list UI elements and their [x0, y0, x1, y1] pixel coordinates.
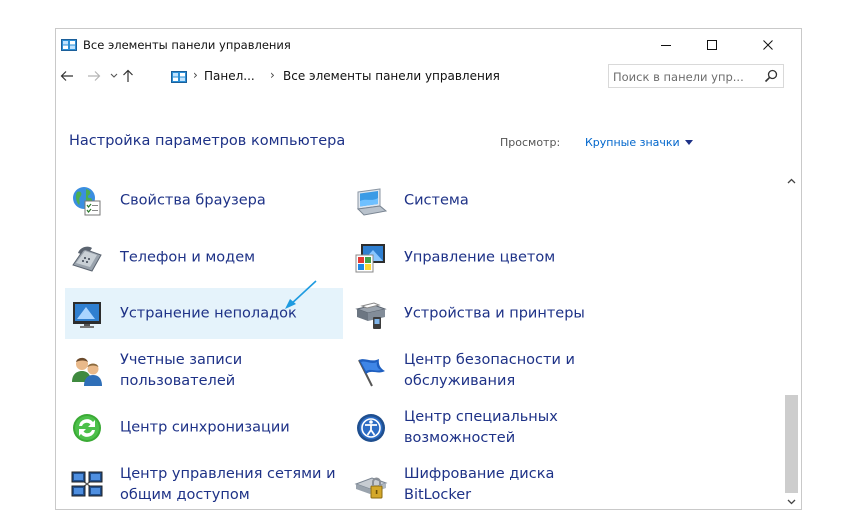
- item-label: Управление цветом: [404, 249, 556, 265]
- item-security-maintenance[interactable]: Центр безопасности и обслуживания: [349, 345, 627, 396]
- address-bar[interactable]: › Панел... › Все элементы панели управле…: [140, 65, 655, 89]
- item-label: Свойства браузера: [120, 192, 266, 208]
- up-button[interactable]: [118, 66, 138, 86]
- item-bitlocker[interactable]: Шифрование диска BitLocker: [349, 459, 627, 509]
- item-color-management[interactable]: Управление цветом: [349, 232, 627, 283]
- scroll-down-button[interactable]: [783, 493, 800, 509]
- phone-modem-icon: [72, 246, 102, 272]
- arrow-up-icon: [123, 69, 133, 82]
- item-label: Центр специальных возможностей: [404, 408, 558, 446]
- scroll-up-button[interactable]: [783, 172, 800, 189]
- item-label: Шифрование диска BitLocker: [404, 465, 555, 503]
- vertical-scrollbar[interactable]: [783, 172, 800, 509]
- control-panel-icon: [61, 39, 77, 51]
- control-panel-icon: [171, 71, 187, 83]
- item-ease-of-access[interactable]: Центр специальных возможностей: [349, 402, 627, 453]
- caret-down-icon: [684, 140, 693, 145]
- arrow-right-icon: [88, 71, 101, 81]
- search-input[interactable]: [613, 68, 759, 85]
- chevron-down-icon: [787, 499, 796, 504]
- close-icon: [763, 39, 773, 50]
- window-title: Все элементы панели управления: [83, 38, 291, 52]
- item-label: Учетные записи пользователей: [120, 351, 243, 389]
- navigation-bar: › Панел... › Все элементы панели управле…: [56, 64, 801, 90]
- title-bar[interactable]: Все элементы панели управления: [56, 29, 801, 60]
- network-sharing-icon: [71, 471, 103, 496]
- item-label: Центр управления сетями и общим доступом: [120, 465, 336, 503]
- system-icon: [356, 187, 388, 216]
- bitlocker-icon: [354, 476, 388, 498]
- back-button[interactable]: [57, 66, 77, 86]
- item-user-accounts[interactable]: Учетные записи пользователей: [65, 345, 343, 396]
- control-panel-window: Все элементы панели управления › Панел..…: [55, 28, 802, 510]
- view-by-dropdown[interactable]: Крупные значки: [585, 136, 693, 149]
- forward-button[interactable]: [84, 66, 104, 86]
- page-title: Настройка параметров компьютера: [69, 133, 346, 149]
- maximize-icon: [707, 39, 717, 50]
- item-internet-options[interactable]: Свойства браузера: [65, 175, 343, 226]
- close-button[interactable]: [745, 29, 791, 60]
- search-box[interactable]: [608, 64, 784, 88]
- annotation-arrow-icon: [285, 280, 317, 309]
- chevron-up-icon: [787, 178, 796, 183]
- user-accounts-icon: [72, 357, 102, 386]
- sync-center-icon: [73, 413, 101, 442]
- minimize-button[interactable]: [643, 29, 689, 60]
- breadcrumb-all-items[interactable]: Все элементы панели управления: [283, 69, 500, 83]
- breadcrumb-panel[interactable]: Панел...: [204, 69, 255, 83]
- view-by-value: Крупные значки: [585, 136, 680, 149]
- item-phone-modem[interactable]: Телефон и модем: [65, 232, 343, 283]
- breadcrumb-separator: ›: [193, 68, 198, 82]
- item-label: Центр синхронизации: [120, 419, 290, 435]
- item-sync-center[interactable]: Центр синхронизации: [65, 402, 343, 453]
- item-label: Телефон и модем: [120, 249, 256, 265]
- maximize-button[interactable]: [689, 29, 735, 60]
- scroll-thumb[interactable]: [785, 395, 798, 493]
- search-icon[interactable]: [763, 68, 779, 84]
- security-maintenance-icon: [358, 358, 385, 386]
- view-by-label: Просмотр:: [500, 136, 561, 149]
- ease-of-access-icon: [357, 413, 385, 442]
- item-label: Система: [404, 192, 469, 208]
- internet-options-icon: [73, 186, 101, 215]
- item-system[interactable]: Система: [349, 175, 627, 226]
- arrow-left-icon: [60, 71, 73, 81]
- troubleshooting-icon: [73, 301, 101, 328]
- item-label: Центр безопасности и обслуживания: [404, 351, 575, 389]
- devices-printers-icon: [355, 301, 387, 329]
- breadcrumb-separator: ›: [270, 68, 275, 82]
- color-management-icon: [355, 243, 385, 272]
- item-label: Устройства и принтеры: [404, 305, 585, 321]
- chevron-down-icon: [110, 73, 118, 78]
- item-network-sharing[interactable]: Центр управления сетями и общим доступом: [65, 459, 343, 509]
- minimize-icon: [661, 44, 671, 46]
- item-devices-printers[interactable]: Устройства и принтеры: [349, 288, 627, 339]
